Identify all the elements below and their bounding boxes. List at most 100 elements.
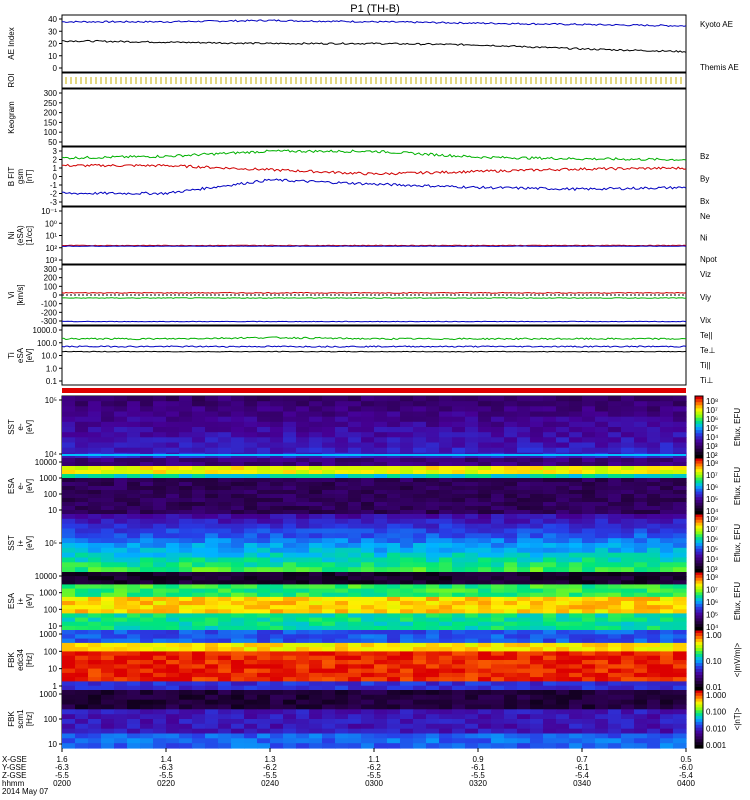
fbk-scm1-cell <box>556 694 570 701</box>
sst-electron-cell <box>88 396 102 402</box>
fbk-scm1-cell <box>257 728 271 735</box>
fbk-scm1-cell <box>582 704 596 710</box>
sst-electron-cell <box>491 421 505 428</box>
fbk-scm1-cell <box>530 709 544 715</box>
esa-electron-cell <box>647 502 661 507</box>
esa-electron-cell <box>231 458 245 463</box>
sst-electron-cell <box>322 442 336 449</box>
fbk-edc34-cell <box>530 655 544 661</box>
esa-ion-cell <box>335 592 349 598</box>
esa-ion-cell <box>374 609 388 614</box>
esa-ion-cell <box>478 572 492 577</box>
fbk-scm1-cell <box>517 719 531 725</box>
esa-electron-cell <box>452 490 466 495</box>
fbk-scm1-cell <box>322 719 336 725</box>
sst-electron-cell <box>530 421 544 428</box>
fbk-scm1-cell <box>452 714 466 720</box>
sst-electron-cell <box>439 427 453 433</box>
esa-ion-cell <box>595 601 609 606</box>
fbk-edc34-cell <box>283 668 297 674</box>
fbk-scm1-cell <box>270 733 284 739</box>
sst-ion-cell <box>504 552 518 559</box>
esa-electron-cell <box>88 482 102 487</box>
esa-electron-cell <box>283 478 297 483</box>
sst-electron-cell <box>621 427 635 433</box>
esa-electron-cell <box>244 458 258 463</box>
sst-electron-cell <box>595 421 609 428</box>
esa-ion-cell <box>114 584 128 590</box>
sst-electron-cell <box>127 432 141 438</box>
fbk-scm1-cell <box>426 699 440 706</box>
fbk-edc34-cell <box>582 630 596 635</box>
fbk-scm1-cell <box>283 699 297 706</box>
sst-ion-cell <box>283 557 297 563</box>
esa-electron-cell <box>192 506 206 511</box>
esa-ion-cell <box>231 572 245 577</box>
fbk-edc34-cell <box>413 647 427 652</box>
esa-ion-cell <box>595 592 609 598</box>
panel-ylabel-esae-0: ESA <box>7 477 16 494</box>
esa-electron-cell <box>361 510 375 515</box>
sst-ion-cell <box>153 547 167 554</box>
sst-ion-cell <box>283 514 297 520</box>
sst-ion-cell <box>309 533 323 539</box>
fbk-edc34-cell <box>153 677 167 682</box>
sst-electron-cell <box>166 437 180 444</box>
esa-electron-cell <box>374 502 388 507</box>
sst-ion-cell <box>608 538 622 544</box>
esa-ion-cell <box>426 621 440 627</box>
fbk-scm1-cell <box>166 699 180 706</box>
esa-electron-cell <box>361 498 375 503</box>
esa-electron-cell <box>465 506 479 511</box>
fbk-edc34-cell <box>478 664 492 670</box>
sst-ion-cell <box>673 567 687 573</box>
esa-electron-cell <box>153 502 167 507</box>
esa-ion-cell <box>595 588 609 594</box>
esa-electron-cell <box>140 494 154 499</box>
esa-ion-cell <box>517 580 531 585</box>
fbk-edc34-cell <box>621 651 635 657</box>
sst-electron-cell <box>218 401 232 407</box>
fbk-edc34-cell <box>504 647 518 652</box>
esa-electron-cell <box>140 482 154 487</box>
fbk-edc34-cell <box>426 634 440 640</box>
sst-electron-cell <box>309 437 323 444</box>
sst-ion-cell <box>101 533 115 539</box>
sst-ion-cell <box>491 514 505 520</box>
sst-electron-cell <box>517 416 531 423</box>
sst-ion-cell <box>673 528 687 534</box>
fbk-edc34-cell <box>504 630 518 635</box>
sst-electron-cell <box>569 406 583 413</box>
esa-electron-cell <box>309 494 323 499</box>
fbk-scm1-cell <box>244 694 258 701</box>
fbk-scm1-cell <box>192 709 206 715</box>
sst-ion-cell <box>439 562 453 568</box>
sst-ion-cell <box>179 552 193 559</box>
esa-ion-cell <box>270 609 284 614</box>
sst-ion-cell <box>231 528 245 534</box>
fbk-edc34-cell <box>283 630 297 635</box>
fbk-scm1-cell <box>309 738 323 744</box>
esa-electron-cell <box>231 482 245 487</box>
sst-ion-cell <box>166 547 180 554</box>
colorbar-5-tick-1: 0.100 <box>706 708 727 717</box>
fbk-edc34-cell <box>400 681 414 687</box>
sst-electron-cell <box>673 447 687 454</box>
esa-electron-cell <box>543 474 557 479</box>
esa-ion-cell <box>270 621 284 627</box>
sst-ion-cell <box>608 518 622 525</box>
sst-electron-cell <box>179 411 193 418</box>
panel-tick-label-fbk2-2: 10 <box>48 740 57 749</box>
fbk-scm1-cell <box>374 709 388 715</box>
esa-ion-cell <box>244 613 258 619</box>
sst-ion-cell <box>75 514 89 520</box>
esa-ion-cell <box>127 609 141 614</box>
esa-ion-cell <box>153 617 167 623</box>
sst-electron-cell <box>257 447 271 454</box>
fbk-edc34-cell <box>569 664 583 670</box>
fbk-scm1-cell <box>205 709 219 715</box>
sst-electron-cell <box>634 406 648 413</box>
sst-electron-cell <box>673 401 687 407</box>
fbk-edc34-cell <box>361 668 375 674</box>
esa-electron-cell <box>595 506 609 511</box>
